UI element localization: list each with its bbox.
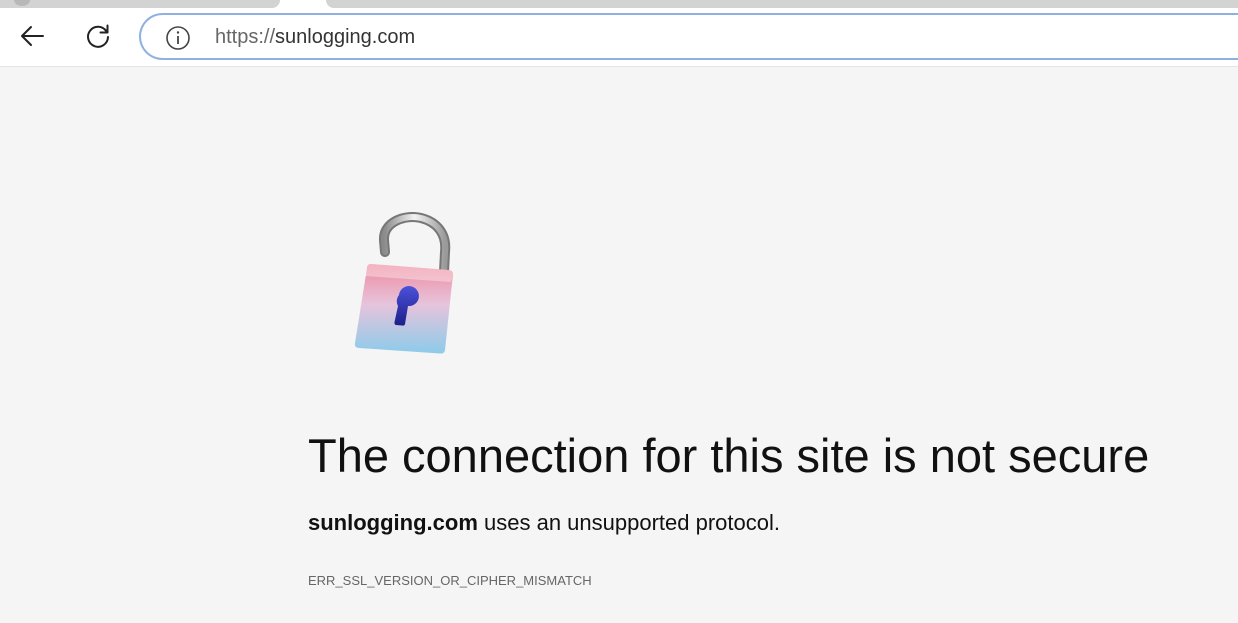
error-description-text: uses an unsupported protocol. bbox=[477, 510, 780, 535]
url-text[interactable]: https://sunlogging.com bbox=[215, 26, 415, 49]
inactive-tab[interactable] bbox=[326, 0, 1238, 8]
error-code: ERR_SSL_VERSION_OR_CIPHER_MISMATCH bbox=[308, 573, 592, 588]
url-host: sunlogging.com bbox=[275, 26, 416, 48]
error-description: sunlogging.com uses an unsupported proto… bbox=[308, 510, 780, 536]
url-scheme: https:// bbox=[215, 26, 276, 48]
address-bar[interactable]: https://sunlogging.com bbox=[139, 13, 1238, 60]
reload-icon bbox=[87, 24, 109, 48]
info-icon[interactable] bbox=[165, 25, 191, 51]
tab-favicon bbox=[14, 0, 30, 6]
back-button[interactable] bbox=[12, 16, 52, 56]
unlocked-padlock-icon bbox=[354, 212, 453, 354]
tab-strip bbox=[0, 0, 1238, 10]
reload-button[interactable] bbox=[78, 16, 118, 56]
inactive-tab[interactable] bbox=[0, 0, 280, 8]
browser-toolbar: https://sunlogging.com bbox=[0, 0, 1238, 66]
error-domain: sunlogging.com bbox=[308, 510, 478, 535]
page-title: The connection for this site is not secu… bbox=[308, 429, 1150, 482]
back-arrow-icon bbox=[21, 26, 44, 46]
error-page: The connection for this site is not secu… bbox=[0, 67, 1238, 623]
